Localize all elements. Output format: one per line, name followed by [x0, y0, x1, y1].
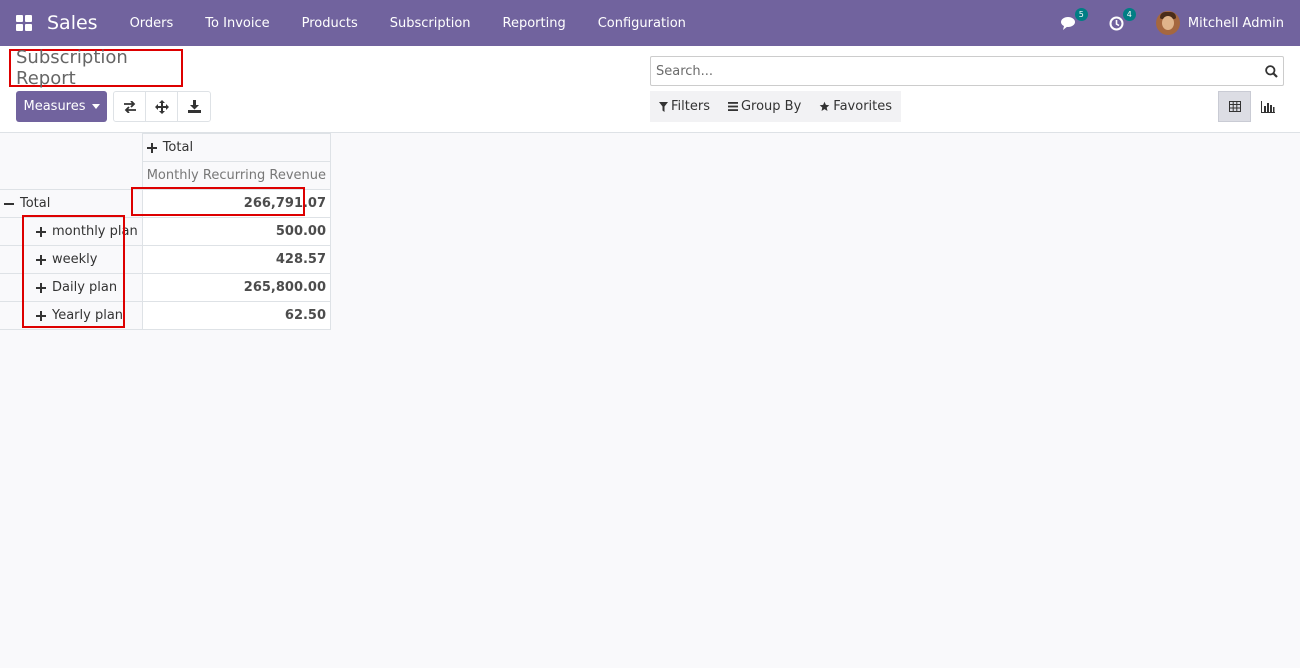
row-header-daily-plan[interactable]: Daily plan	[0, 273, 143, 302]
row-header-total[interactable]: Total	[0, 189, 143, 218]
app-name[interactable]: Sales	[47, 12, 98, 34]
systray: 5 4 Mitchell Admin	[1060, 0, 1300, 46]
bar-chart-icon	[1260, 100, 1275, 113]
measures-button[interactable]: Measures	[16, 91, 107, 122]
exchange-icon	[123, 100, 136, 113]
value-cell[interactable]: 265,800.00	[141, 273, 332, 302]
search-input[interactable]	[651, 58, 1259, 84]
filters-button[interactable]: Filters	[650, 91, 719, 122]
star-icon	[819, 101, 830, 111]
measures-label: Measures	[23, 99, 86, 114]
row-header-monthly-plan[interactable]: monthly plan	[0, 217, 143, 246]
menu-products[interactable]: Products	[286, 16, 374, 31]
filter-icon	[659, 101, 668, 112]
row-header-label: monthly plan	[52, 224, 138, 239]
arrows-icon	[154, 99, 169, 114]
download-icon	[187, 100, 201, 113]
menu-subscription[interactable]: Subscription	[374, 16, 487, 31]
value-cell[interactable]: 62.50	[141, 301, 332, 330]
menu-configuration[interactable]: Configuration	[582, 16, 702, 31]
messages-icon[interactable]: 5	[1060, 8, 1088, 32]
flip-axis-button[interactable]	[114, 92, 146, 121]
row-header-label: weekly	[52, 252, 98, 267]
value-cell[interactable]: 428.57	[141, 245, 332, 274]
pivot-tools	[113, 91, 211, 122]
plus-icon	[146, 142, 157, 153]
minus-icon	[4, 199, 14, 209]
row-header-weekly[interactable]: weekly	[0, 245, 143, 274]
user-name[interactable]: Mitchell Admin	[1188, 16, 1284, 31]
total-value-cell[interactable]: 266,791.07	[141, 189, 332, 218]
row-header-label: Total	[20, 196, 51, 211]
value-cell[interactable]: 500.00	[141, 217, 332, 246]
groupby-button[interactable]: Group By	[719, 91, 810, 122]
download-button[interactable]	[178, 92, 210, 121]
menu-orders[interactable]: Orders	[114, 16, 190, 31]
row-header-label: Yearly plan	[52, 308, 124, 323]
pivot-view-button[interactable]	[1218, 91, 1251, 122]
caret-down-icon	[91, 104, 100, 109]
plus-icon	[36, 226, 46, 237]
plus-icon	[36, 310, 46, 321]
favorites-button[interactable]: Favorites	[810, 91, 901, 122]
menu-to-invoice[interactable]: To Invoice	[189, 16, 285, 31]
plus-icon	[36, 254, 46, 265]
plus-icon	[36, 282, 46, 293]
activities-badge: 4	[1122, 8, 1136, 21]
column-header-total[interactable]: Total	[141, 133, 332, 162]
user-avatar[interactable]	[1155, 11, 1180, 35]
search-options: Filters Group By Favorites	[650, 91, 902, 122]
table-icon	[1228, 101, 1241, 112]
pivot-corner	[0, 133, 143, 190]
filters-label: Filters	[671, 99, 710, 114]
search-icon[interactable]	[1259, 59, 1283, 83]
bars-icon	[727, 102, 738, 111]
search-bar	[650, 56, 1284, 86]
graph-view-button[interactable]	[1251, 91, 1284, 122]
page-title: Subscription Report	[9, 47, 183, 89]
groupby-label: Group By	[740, 99, 802, 114]
measure-header[interactable]: Monthly Recurring Revenue	[141, 161, 332, 190]
activities-icon[interactable]: 4	[1108, 8, 1136, 32]
row-header-label: Daily plan	[52, 280, 118, 295]
top-navbar: Sales Orders To Invoice Products Subscri…	[0, 0, 1300, 46]
row-header-yearly-plan[interactable]: Yearly plan	[0, 301, 143, 330]
expand-all-button[interactable]	[146, 92, 178, 121]
app-menu-icon[interactable]	[16, 15, 32, 31]
view-switcher	[1218, 91, 1284, 122]
menu-reporting[interactable]: Reporting	[487, 16, 582, 31]
messages-badge: 5	[1074, 8, 1088, 21]
pivot-table: Total Monthly Recurring Revenue Total 26…	[0, 133, 332, 330]
favorites-label: Favorites	[833, 99, 893, 114]
control-panel: Subscription Report Measures Filters Gro…	[0, 46, 1300, 133]
column-header-label: Total	[162, 140, 194, 155]
